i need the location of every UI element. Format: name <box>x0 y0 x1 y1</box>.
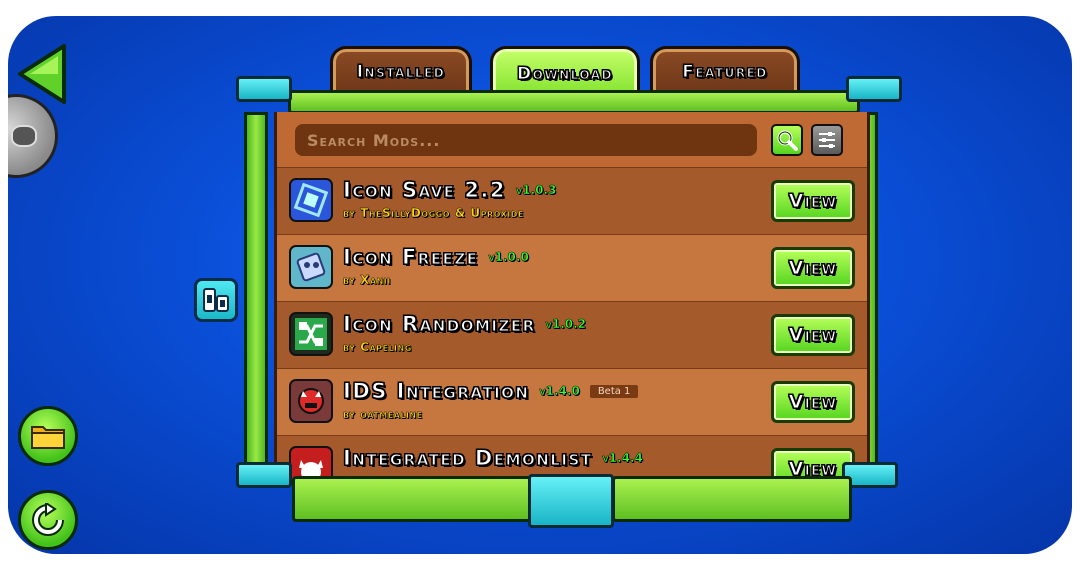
mod-version: v1.0.3 <box>516 183 557 198</box>
mod-title: Integrated Demonlist v1.4.4 <box>342 446 643 471</box>
open-folder-button[interactable] <box>18 406 78 466</box>
frame-corner-top-left <box>236 76 292 102</box>
mod-row-icon-save: Icon Save 2.2 v1.0.3 by TheSillyDoggo & … <box>277 167 867 234</box>
mod-author: by TheSillyDoggo & Uproxide <box>343 206 524 220</box>
beta-badge: Beta 1 <box>589 384 639 398</box>
view-button-label: View <box>788 190 838 213</box>
panel-frame-left <box>244 112 268 482</box>
tab-download-label: Download <box>517 63 613 84</box>
avatar-face-icon <box>11 125 37 147</box>
mod-list-panel: Search Mods... Icon Save 2.2 v1.0.3 by T… <box>274 112 870 478</box>
mod-author: by Capeling <box>343 340 412 354</box>
mod-title: Icon Save 2.2 v1.0.3 <box>342 178 557 203</box>
tab-featured-label: Featured <box>682 61 768 82</box>
game-screen: Installed Download Featured Search Mods.… <box>8 16 1072 554</box>
icon-randomizer-logo-icon <box>289 312 333 356</box>
panel-frame-bottom-left <box>292 476 532 522</box>
mod-row-ids-integration: IDS Integration v1.4.0 Beta 1 by oatmeal… <box>277 368 867 435</box>
view-button-label: View <box>788 391 838 414</box>
panel-frame-bottom-right <box>612 476 852 522</box>
profile-avatar[interactable] <box>8 94 58 178</box>
search-input[interactable]: Search Mods... <box>295 124 757 156</box>
frame-corner-bottom-left <box>236 462 292 488</box>
mod-author: by oatmealine <box>343 407 423 421</box>
mod-version: v1.0.2 <box>545 317 587 332</box>
filters-button[interactable] <box>811 124 843 156</box>
mod-title: Icon Freeze v1.0.0 <box>342 245 529 270</box>
mod-title: IDS Integration v1.4.0 Beta 1 <box>342 379 639 404</box>
tab-installed[interactable]: Installed <box>330 46 472 94</box>
mod-name: Icon Freeze <box>342 245 479 270</box>
view-toggle-button[interactable] <box>194 278 238 322</box>
refresh-icon <box>32 503 64 536</box>
compact-view-icon <box>203 288 229 312</box>
panel-frame-top <box>288 90 860 114</box>
mod-version: v1.4.0 <box>539 384 580 399</box>
mod-name: Integrated Demonlist <box>342 446 593 471</box>
tab-installed-label: Installed <box>356 61 446 82</box>
frame-corner-top-right <box>846 76 902 102</box>
mod-version: v1.0.0 <box>488 250 529 265</box>
view-button-label: View <box>788 324 838 347</box>
mod-version: v1.4.4 <box>602 451 643 466</box>
mod-name: Icon Save 2.2 <box>342 178 507 203</box>
view-button[interactable]: View <box>771 314 855 356</box>
filter-sliders-icon <box>819 132 835 148</box>
view-button-label: View <box>788 257 838 280</box>
icon-freeze-logo-icon <box>289 245 333 289</box>
view-button[interactable]: View <box>771 180 855 222</box>
mod-author: by Xanii <box>343 273 391 287</box>
reload-button[interactable] <box>18 490 78 550</box>
view-button[interactable]: View <box>771 381 855 423</box>
icon-save-logo-icon <box>289 178 333 222</box>
ids-integration-logo-icon <box>289 379 333 423</box>
search-placeholder: Search Mods... <box>307 130 441 150</box>
panel-frame-bottom-center <box>528 474 614 528</box>
mod-name: Icon Randomizer <box>343 312 536 337</box>
view-button[interactable]: View <box>771 247 855 289</box>
view-button-label: View <box>788 458 838 479</box>
mod-title: Icon Randomizer v1.0.2 <box>343 312 587 337</box>
mod-row-integrated-demonlist: Integrated Demonlist v1.4.4 View <box>277 435 867 478</box>
folder-icon <box>31 426 65 449</box>
mod-row-icon-freeze: Icon Freeze v1.0.0 by Xanii View <box>277 234 867 301</box>
integrated-demonlist-logo-icon <box>289 446 333 478</box>
tab-featured[interactable]: Featured <box>650 46 800 94</box>
mod-name: IDS Integration <box>342 379 530 404</box>
search-icon <box>777 130 798 151</box>
mod-row-icon-randomizer: Icon Randomizer v1.0.2 by Capeling View <box>277 301 867 368</box>
search-button[interactable] <box>771 124 803 156</box>
search-bar: Search Mods... <box>277 112 867 167</box>
